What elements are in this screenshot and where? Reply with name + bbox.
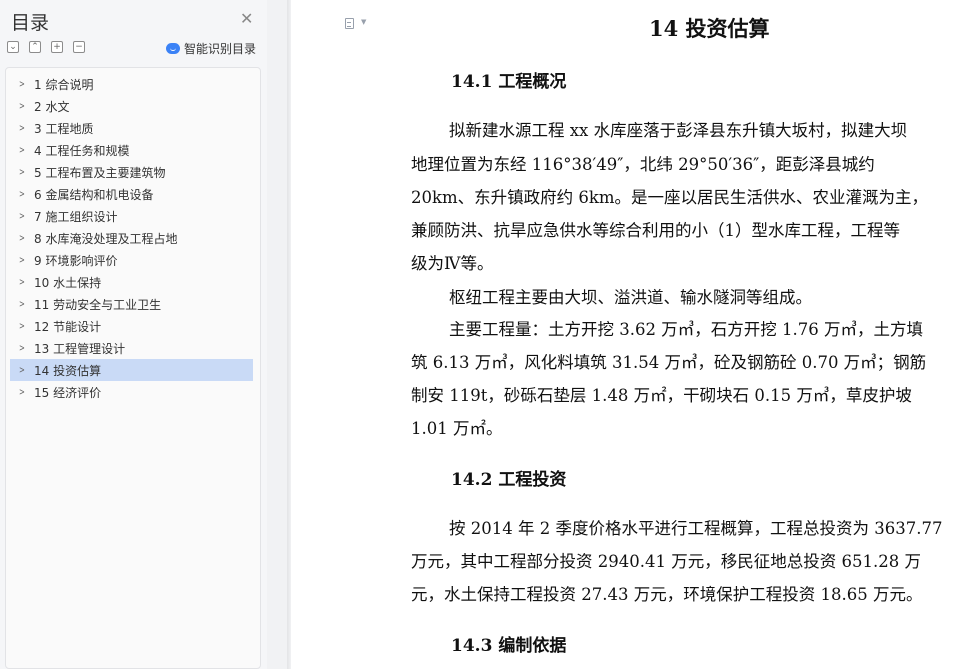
document-icon[interactable] xyxy=(345,18,354,29)
toc-item-label: 5 工程布置及主要建筑物 xyxy=(34,165,166,180)
toc-panel: >1 综合说明 >2 水文 >3 工程地质 >4 工程任务和规模 >5 工程布置及主要建… xyxy=(5,67,261,669)
toc-item[interactable]: >12 节能设计 xyxy=(10,315,253,337)
paragraph-line: 枢纽工程主要由大坝、溢洪道、输水隧洞等组成。 xyxy=(449,288,812,307)
toc-item-label: 12 节能设计 xyxy=(34,319,102,334)
toc-item-label: 1 综合说明 xyxy=(34,77,94,92)
smart-toc-button[interactable]: 智能识别目录 xyxy=(166,40,256,57)
chevron-right-icon[interactable]: > xyxy=(16,277,27,288)
toc-item-label: 7 施工组织设计 xyxy=(34,209,118,224)
toc-item-label: 9 环境影响评价 xyxy=(34,253,118,268)
toc-item[interactable]: >1 综合说明 xyxy=(10,73,253,95)
paragraph-line: 制安 119t，砂砾石垫层 1.48 万㎡，干砌块石 0.15 万㎥，草皮护坡 xyxy=(411,386,912,405)
chevron-right-icon[interactable]: > xyxy=(16,211,27,222)
toc-item[interactable]: >9 环境影响评价 xyxy=(10,249,253,271)
toc-item-label: 14 投资估算 xyxy=(34,363,102,378)
toc-item[interactable]: >11 劳动安全与工业卫生 xyxy=(10,293,253,315)
section-heading-14-3: 14.3 编制依据 xyxy=(451,636,567,656)
document-title: 14 投资估算 xyxy=(649,16,770,41)
expand-all-icon[interactable]: ⌃ xyxy=(29,41,41,53)
add-heading-icon[interactable]: + xyxy=(51,41,63,53)
toc-item[interactable]: >4 工程任务和规模 xyxy=(10,139,253,161)
toc-item-label: 15 经济评价 xyxy=(34,385,102,400)
chevron-right-icon[interactable]: > xyxy=(16,167,27,178)
chevron-right-icon[interactable]: > xyxy=(16,123,27,134)
paragraph-line: 地理位置为东经 116°38′49″，北纬 29°50′36″，距彭泽县城约 xyxy=(411,155,875,174)
caret-down-icon[interactable]: ▼ xyxy=(361,18,366,26)
chevron-right-icon[interactable]: > xyxy=(16,321,27,332)
paragraph-line: 按 2014 年 2 季度价格水平进行工程概算，工程总投资为 3637.77 xyxy=(449,519,943,538)
toc-item-label: 4 工程任务和规模 xyxy=(34,143,130,158)
toc-item[interactable]: >3 工程地质 xyxy=(10,117,253,139)
toc-list: >1 综合说明 >2 水文 >3 工程地质 >4 工程任务和规模 >5 工程布置及主要建… xyxy=(6,68,260,403)
toc-item[interactable]: >2 水文 xyxy=(10,95,253,117)
paragraph-line: 级为Ⅳ等。 xyxy=(411,254,494,273)
paragraph-line: 拟新建水源工程 xx 水库座落于彭泽县东升镇大坂村，拟建大坝 xyxy=(449,121,908,140)
toc-sidebar: 目录 ✕ ⌄ ⌃ + − 智能识别目录 >1 综合说明 >2 水文 >3 工程地质 >… xyxy=(0,0,267,669)
toc-item[interactable]: >13 工程管理设计 xyxy=(10,337,253,359)
smart-toc-label: 智能识别目录 xyxy=(184,42,257,56)
toc-item[interactable]: >7 施工组织设计 xyxy=(10,205,253,227)
toc-item[interactable]: >14 投资估算 xyxy=(10,359,253,381)
toc-item[interactable]: >10 水土保持 xyxy=(10,271,253,293)
toc-item-label: 11 劳动安全与工业卫生 xyxy=(34,297,162,312)
close-icon[interactable]: ✕ xyxy=(240,11,253,27)
chevron-right-icon[interactable]: > xyxy=(16,189,27,200)
chevron-right-icon[interactable]: > xyxy=(16,255,27,266)
paragraph-line: 主要工程量：土方开挖 3.62 万㎥，石方开挖 1.76 万㎥，土方填 xyxy=(449,320,923,339)
chevron-right-icon[interactable]: > xyxy=(16,145,27,156)
chevron-right-icon[interactable]: > xyxy=(16,365,27,376)
paragraph-line: 万元，其中工程部分投资 2940.41 万元，移民征地总投资 651.28 万 xyxy=(411,552,921,571)
paragraph-line: 1.01 万㎡。 xyxy=(411,419,503,438)
paragraph-line: 元，水土保持工程投资 27.43 万元，环境保护工程投资 18.65 万元。 xyxy=(411,585,923,604)
toc-item[interactable]: >15 经济评价 xyxy=(10,381,253,403)
toc-item-label: 2 水文 xyxy=(34,99,70,114)
chevron-right-icon[interactable]: > xyxy=(16,233,27,244)
chevron-right-icon[interactable]: > xyxy=(16,299,27,310)
smart-recognize-icon xyxy=(166,43,180,54)
toc-title: 目录 xyxy=(11,12,50,34)
toc-item[interactable]: >5 工程布置及主要建筑物 xyxy=(10,161,253,183)
toc-item-label: 13 工程管理设计 xyxy=(34,341,126,356)
paragraph-line: 兼顾防洪、抗旱应急供水等综合利用的小（1）型水库工程，工程等 xyxy=(411,221,900,240)
chevron-right-icon[interactable]: > xyxy=(16,79,27,90)
chevron-right-icon[interactable]: > xyxy=(16,343,27,354)
toc-item[interactable]: >8 水库淹没处理及工程占地 xyxy=(10,227,253,249)
toc-item-label: 3 工程地质 xyxy=(34,121,94,136)
section-heading-14-1: 14.1 工程概况 xyxy=(451,72,567,92)
toc-item-label: 6 金属结构和机电设备 xyxy=(34,187,154,202)
toc-item[interactable]: >6 金属结构和机电设备 xyxy=(10,183,253,205)
paragraph-line: 筑 6.13 万㎥，风化料填筑 31.54 万㎥，砼及钢筋砼 0.70 万㎥；钢… xyxy=(411,353,927,372)
remove-heading-icon[interactable]: − xyxy=(73,41,85,53)
document-page: ▼ 14 投资估算 14.1 工程概况 拟新建水源工程 xx 水库座落于彭泽县东… xyxy=(291,0,977,669)
section-heading-14-2: 14.2 工程投资 xyxy=(451,470,567,490)
toc-item-label: 8 水库淹没处理及工程占地 xyxy=(34,231,178,246)
chevron-right-icon[interactable]: > xyxy=(16,101,27,112)
toc-toolbar: ⌄ ⌃ + − xyxy=(7,41,85,55)
chevron-right-icon[interactable]: > xyxy=(16,387,27,398)
collapse-all-icon[interactable]: ⌄ xyxy=(7,41,19,53)
toc-item-label: 10 水土保持 xyxy=(34,275,102,290)
paragraph-line: 20km、东升镇政府约 6km。是一座以居民生活供水、农业灌溉为主， xyxy=(411,188,929,207)
